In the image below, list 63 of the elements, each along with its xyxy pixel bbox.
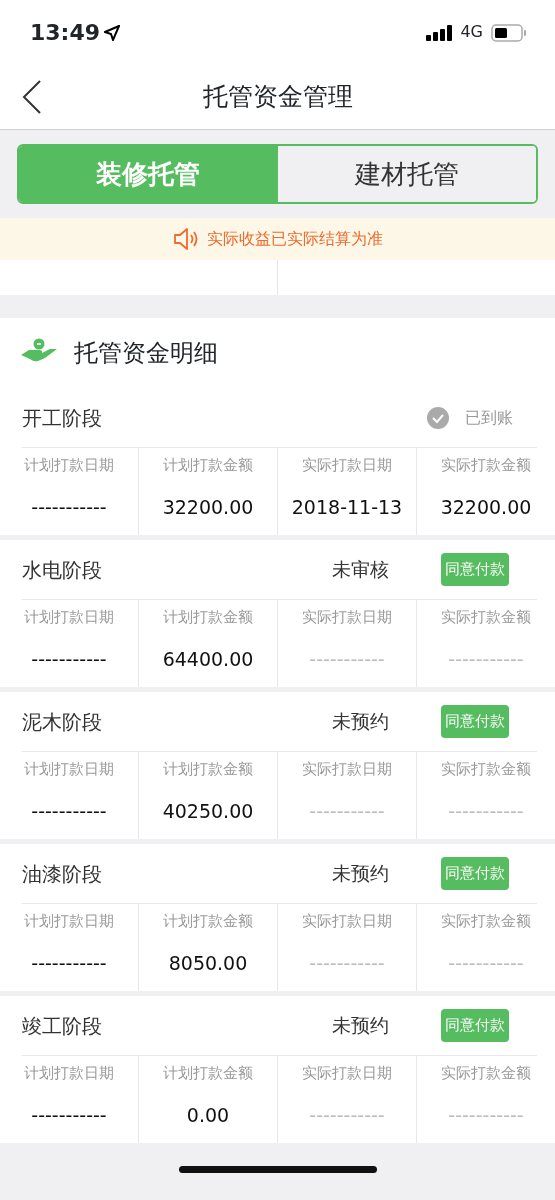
stage-name: 开工阶段 <box>22 404 102 432</box>
column-value: 40250.00 <box>161 798 255 824</box>
column-value: ----------- <box>447 950 525 976</box>
column-label: 计划打款日期 <box>23 1063 115 1084</box>
column-label: 计划打款日期 <box>23 607 115 628</box>
stage-name: 竣工阶段 <box>22 1012 102 1040</box>
approve-payment-button[interactable]: 同意付款 <box>441 705 509 738</box>
page-title: 托管资金管理 <box>202 80 353 113</box>
column-value: ----------- <box>30 1102 108 1128</box>
column-label: 计划打款金额 <box>162 911 254 932</box>
column-label: 实际打款日期 <box>301 911 393 932</box>
column-value: ----------- <box>308 1102 386 1128</box>
back-icon[interactable] <box>22 78 42 115</box>
column-label: 实际打款金额 <box>440 759 532 780</box>
column-label: 计划打款金额 <box>162 759 254 780</box>
approve-payment-button[interactable]: 同意付款 <box>441 857 509 890</box>
column-value: ----------- <box>308 798 386 824</box>
column-value: ----------- <box>30 494 108 520</box>
stage-status: 未预约 <box>332 1013 389 1039</box>
column-label: 计划打款日期 <box>23 759 115 780</box>
column-label: 计划打款金额 <box>162 607 254 628</box>
approve-payment-button[interactable]: 同意付款 <box>441 553 509 586</box>
notice-text: 实际收益已实际结算为准 <box>206 228 383 250</box>
column-label: 实际打款日期 <box>301 759 393 780</box>
column-value: ----------- <box>447 798 525 824</box>
network-text: 4G <box>460 21 483 43</box>
speaker-icon <box>172 226 199 252</box>
column-label: 实际打款日期 <box>301 1063 393 1084</box>
column-value: ----------- <box>447 646 525 672</box>
column-label: 计划打款金额 <box>162 455 254 476</box>
column-value: ----------- <box>30 646 108 672</box>
stage-name: 泥木阶段 <box>22 708 102 736</box>
column-label: 计划打款金额 <box>162 1063 254 1084</box>
column-value: ----------- <box>30 950 108 976</box>
column-value: ----------- <box>308 646 386 672</box>
stage-name: 油漆阶段 <box>22 860 102 888</box>
time-text: 13:49 <box>30 18 101 47</box>
section-title: 托管资金明细 <box>74 338 218 369</box>
column-label: 实际打款日期 <box>301 607 393 628</box>
column-value: ----------- <box>447 1102 525 1128</box>
column-label: 计划打款日期 <box>23 911 115 932</box>
approve-payment-button[interactable]: 同意付款 <box>441 1009 509 1042</box>
segment-tab[interactable]: 装修托管 <box>19 146 278 202</box>
column-label: 实际打款日期 <box>301 455 393 476</box>
stage-status: 未预约 <box>332 861 389 887</box>
column-value: ----------- <box>308 950 386 976</box>
check-circle-icon <box>427 405 449 430</box>
column-value: 32200.00 <box>439 494 533 520</box>
column-label: 实际打款金额 <box>440 1063 532 1084</box>
column-label: 实际打款金额 <box>440 911 532 932</box>
column-value: 8050.00 <box>167 950 249 976</box>
stage-status: 已到账 <box>465 406 513 429</box>
column-value: 2018-11-13 <box>290 494 404 520</box>
column-value: ----------- <box>30 798 108 824</box>
stage-status: 未预约 <box>332 709 389 735</box>
column-value: 32200.00 <box>161 494 255 520</box>
column-label: 实际打款金额 <box>440 455 532 476</box>
stage-status: 未审核 <box>332 557 389 583</box>
stage-name: 水电阶段 <box>22 556 102 584</box>
column-label: 计划打款日期 <box>23 455 115 476</box>
column-value: 0.00 <box>185 1102 231 1128</box>
column-value: 64400.00 <box>161 646 255 672</box>
column-label: 实际打款金额 <box>440 607 532 628</box>
